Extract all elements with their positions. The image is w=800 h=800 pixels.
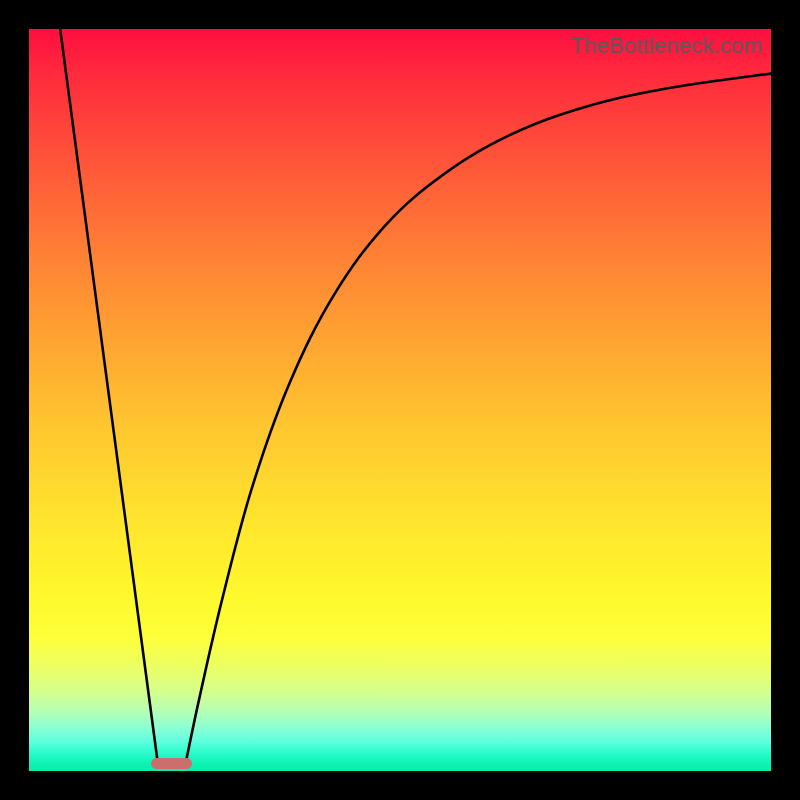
plot-area: TheBottleneck.com xyxy=(29,29,771,771)
chart-container: TheBottleneck.com xyxy=(0,0,800,800)
minimum-marker xyxy=(151,758,193,769)
left-line xyxy=(60,29,157,760)
watermark-text: TheBottleneck.com xyxy=(571,33,763,59)
right-curve xyxy=(186,74,771,760)
curve-layer xyxy=(29,29,771,771)
